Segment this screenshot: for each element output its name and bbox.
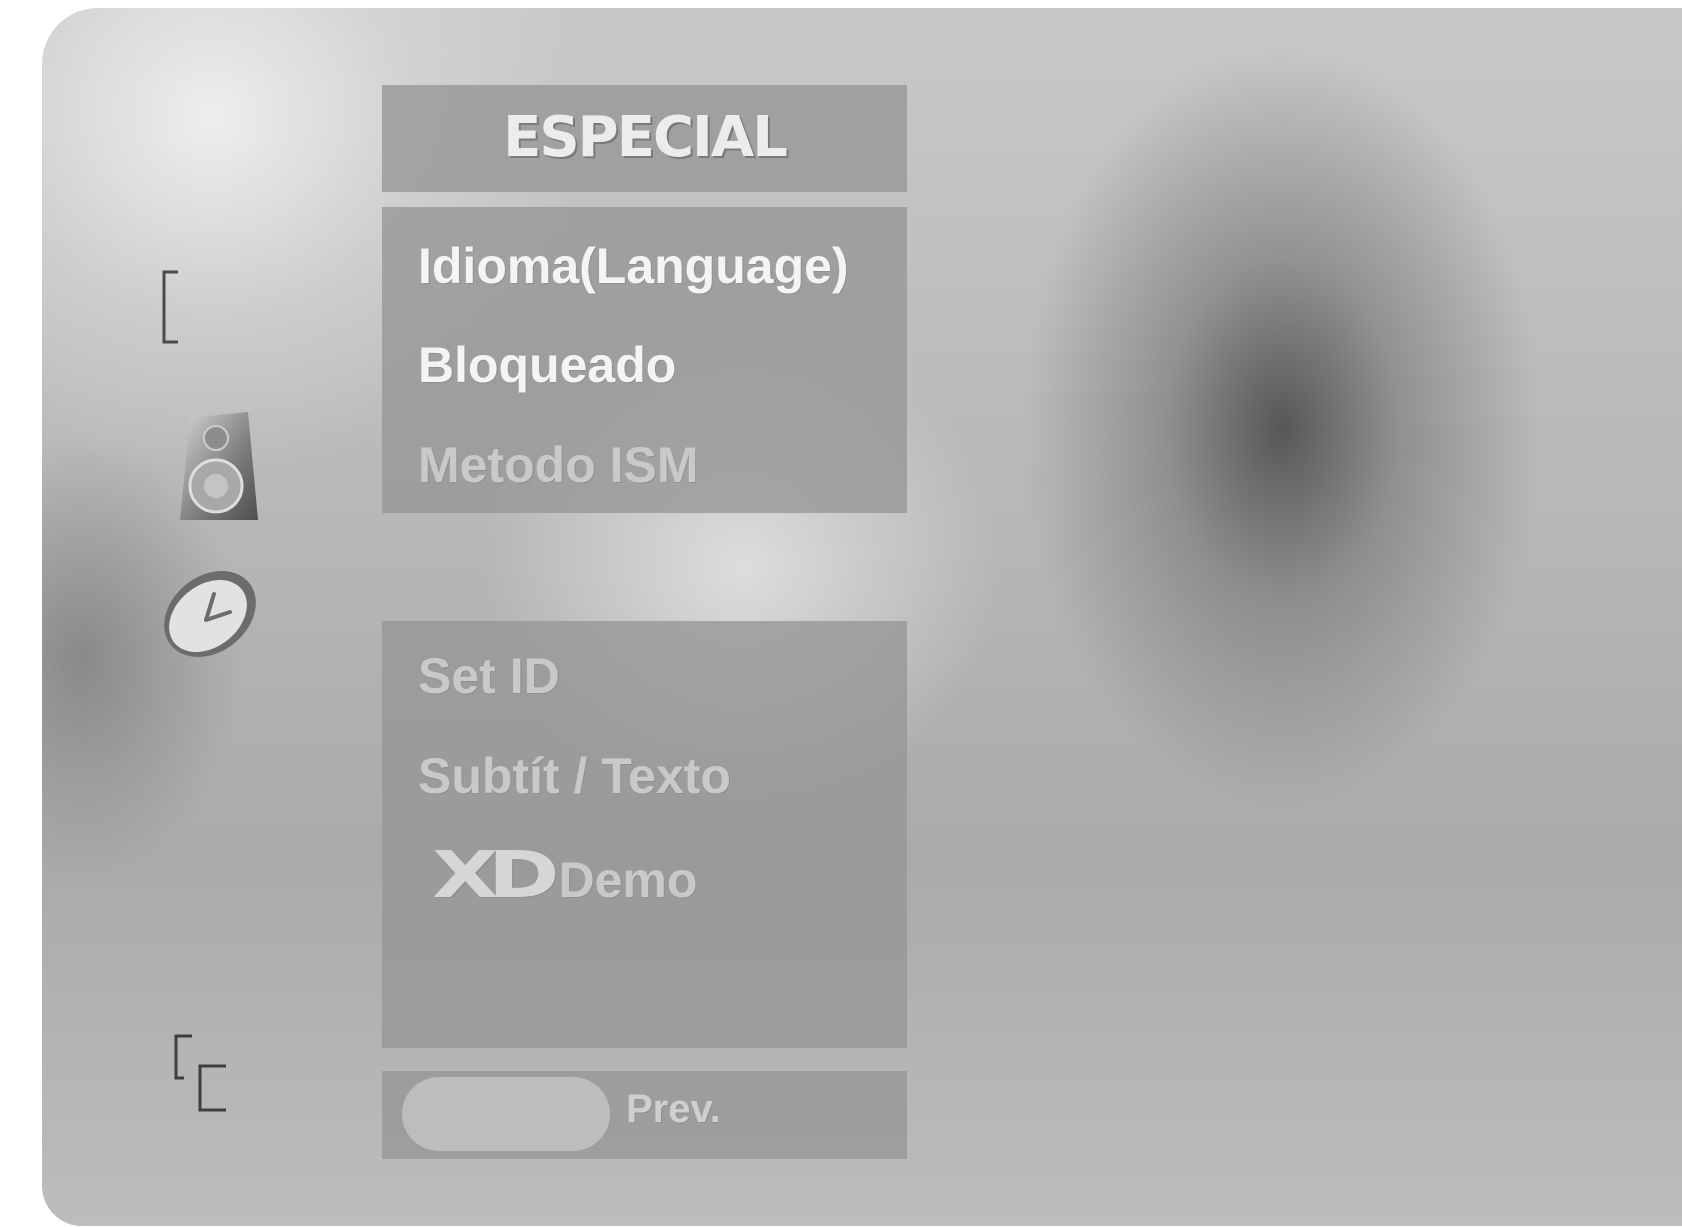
prev-button[interactable]: [402, 1077, 610, 1151]
menu-item-metodo-ism[interactable]: Metodo ISM: [418, 436, 699, 494]
menu-item-xd-demo[interactable]: XD Demo: [432, 839, 697, 913]
speaker-icon[interactable]: [172, 412, 262, 529]
menu-item-subtit-texto[interactable]: Subtít / Texto: [418, 747, 731, 805]
menu-item-idioma[interactable]: Idioma(Language): [418, 237, 849, 295]
menu-item-bloqueado[interactable]: Bloqueado: [418, 336, 676, 394]
osd-menu-frame: ESPECIAL Idioma(Language) Bloqueado Meto…: [42, 8, 1682, 1226]
menu-group-top: Idioma(Language) Bloqueado Metodo ISM: [382, 207, 907, 513]
xd-logo: XD: [432, 839, 560, 913]
prev-label: Prev.: [626, 1087, 721, 1131]
menu-title: ESPECIAL: [503, 105, 788, 170]
input-icon[interactable]: [170, 1034, 230, 1119]
clock-icon[interactable]: [156, 564, 264, 669]
menu-footer: Prev.: [382, 1071, 907, 1159]
menu-title-panel: ESPECIAL: [382, 85, 907, 192]
menu-group-bottom: Set ID Subtít / Texto XD Demo: [382, 621, 907, 1048]
menu-item-xd-demo-label: Demo: [558, 852, 698, 908]
menu-item-set-id[interactable]: Set ID: [418, 647, 560, 705]
bracket-icon[interactable]: [160, 270, 182, 349]
